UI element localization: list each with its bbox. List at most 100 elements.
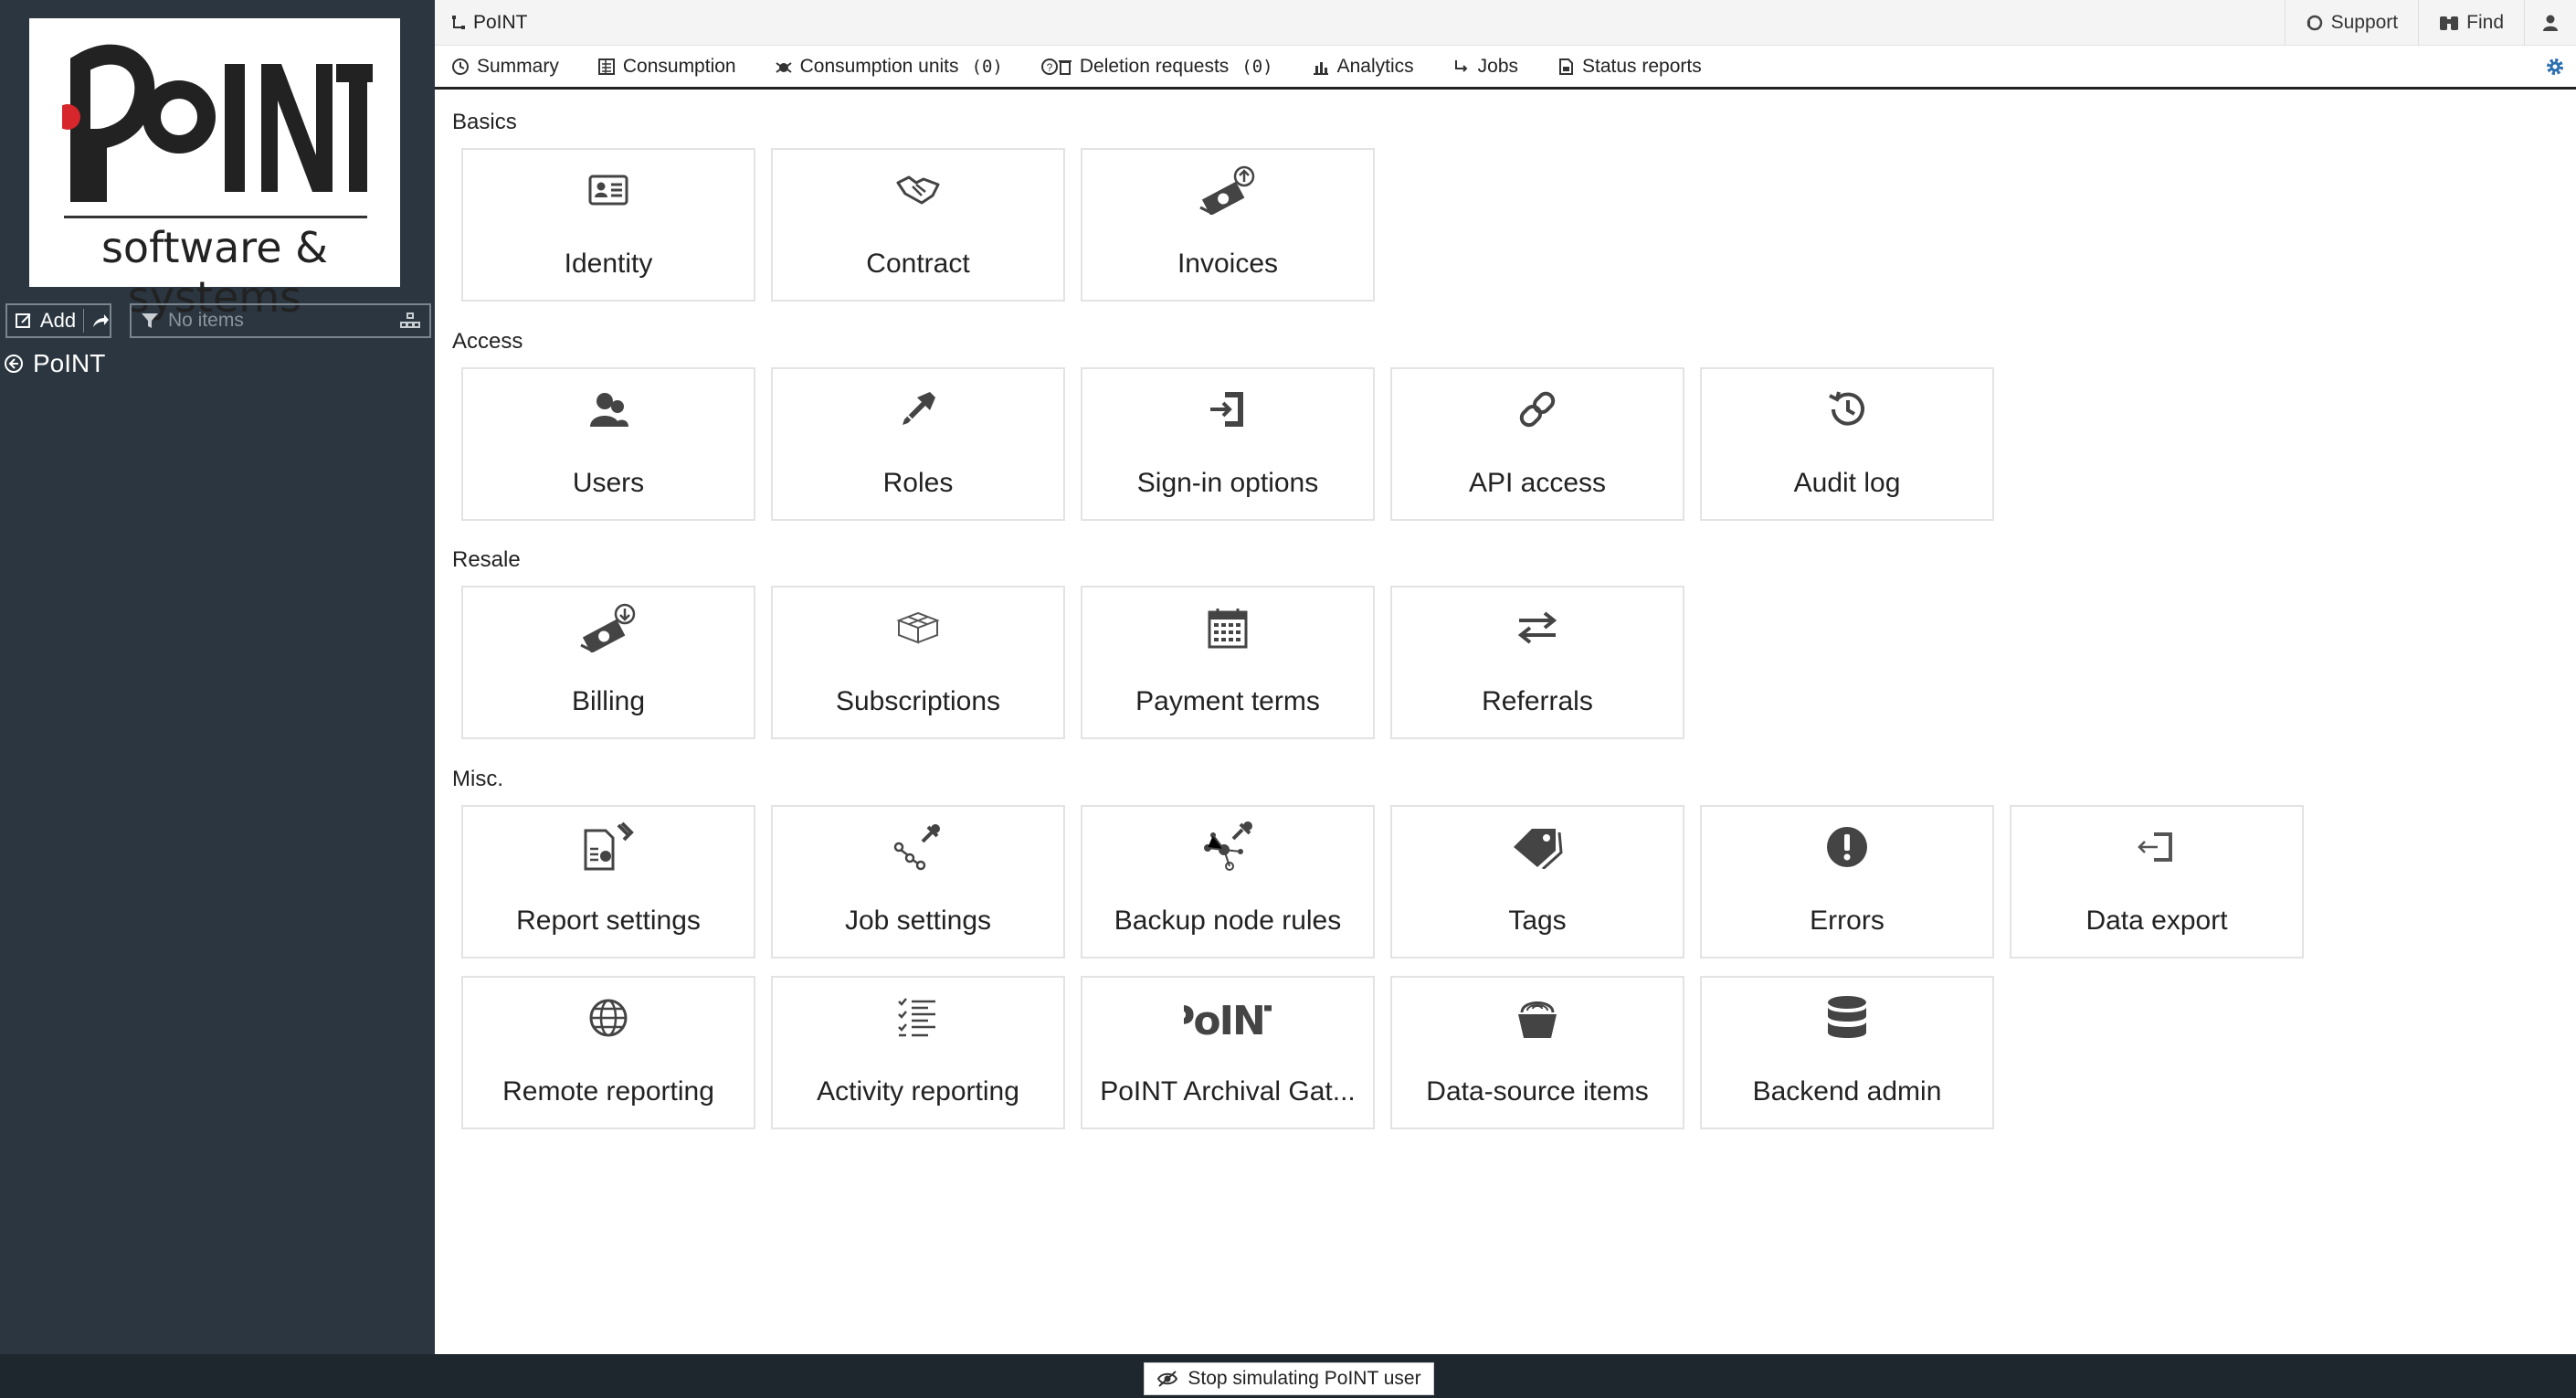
tile-invoices[interactable]: Invoices: [1081, 148, 1375, 302]
find-button[interactable]: Find: [2418, 0, 2524, 46]
database-icon: [1828, 996, 1866, 1038]
eye-slash-icon: [1157, 1371, 1178, 1387]
tree-view-icon[interactable]: [400, 312, 420, 329]
point-logo-icon: PoINT: [1184, 998, 1272, 1042]
section-title-resale: Resale: [452, 547, 521, 572]
tile-label: Subscriptions: [835, 686, 1001, 716]
tree-root-label: PoINT: [33, 349, 106, 377]
support-button[interactable]: Support: [2284, 0, 2419, 46]
tile-tags[interactable]: Tags: [1390, 805, 1684, 958]
tile-payment-terms[interactable]: Payment terms: [1081, 586, 1375, 739]
tile-label: Contract: [866, 249, 970, 279]
export-icon: [2138, 832, 2172, 862]
tile-billing[interactable]: Billing: [461, 586, 755, 739]
share-icon[interactable]: [91, 312, 110, 329]
sidebar-toolbar: Add No items: [5, 303, 431, 340]
nodes-wrench-icon: [1204, 821, 1252, 871]
money-download-icon: [580, 603, 636, 652]
tile-data-export[interactable]: Data export: [2010, 805, 2304, 958]
tile-label: Data export: [2085, 906, 2228, 936]
tile-label: Identity: [564, 249, 653, 279]
users-icon: [590, 393, 628, 427]
tile-label: Billing: [571, 686, 646, 716]
tab-consumption[interactable]: Consumption: [597, 56, 736, 78]
tile-subscriptions[interactable]: Subscriptions: [771, 586, 1065, 739]
tile-label: Audit log: [1793, 468, 1901, 498]
company-logo: software & systems: [29, 18, 400, 322]
tags-icon: [1514, 829, 1563, 869]
bar-chart-icon: [1313, 61, 1328, 75]
add-button[interactable]: Add: [5, 303, 111, 338]
find-label: Find: [2466, 12, 2504, 33]
tile-label: Remote reporting: [502, 1076, 714, 1107]
boxes-icon: [896, 611, 940, 644]
tile-label: Data-source items: [1426, 1076, 1649, 1107]
tile-backup-node-rules[interactable]: Backup node rules: [1081, 805, 1375, 958]
tab-summary[interactable]: Summary: [451, 56, 559, 78]
tile-contract[interactable]: Contract: [771, 148, 1065, 302]
bug-icon: [775, 61, 792, 73]
gear-icon[interactable]: [2545, 57, 2565, 77]
tab-jobs[interactable]: Jobs: [1452, 56, 1518, 78]
tile-label: PoINT Archival Gat...: [1100, 1076, 1356, 1107]
tile-referrals[interactable]: Referrals: [1390, 586, 1684, 739]
tile-label: Report settings: [516, 906, 701, 936]
tile-label: Invoices: [1177, 249, 1279, 279]
tile-users[interactable]: Users: [461, 367, 755, 521]
tile-data-source-items[interactable]: Data-source items: [1390, 976, 1684, 1129]
filter-icon: [142, 313, 158, 328]
tile-audit-log[interactable]: Audit log: [1700, 367, 1994, 521]
tab-status-reports[interactable]: Status reports: [1557, 56, 1702, 78]
tile-label: Backend admin: [1752, 1076, 1942, 1107]
tile-label: Tags: [1508, 906, 1567, 936]
tile-backend-admin[interactable]: Backend admin: [1700, 976, 1994, 1129]
tile-label: Job settings: [844, 906, 992, 936]
tile-report-settings[interactable]: Report settings: [461, 805, 755, 958]
user-menu-button[interactable]: [2524, 0, 2576, 46]
add-button-label: Add: [39, 309, 77, 332]
filter-input[interactable]: No items: [130, 303, 431, 338]
clock-icon: [452, 58, 469, 75]
tile-identity[interactable]: Identity: [461, 148, 755, 302]
money-upload-icon: [1199, 165, 1255, 215]
stop-simulating-button[interactable]: Stop simulating PoINT user: [1144, 1362, 1434, 1395]
report-icon: [1559, 58, 1574, 75]
tile-remote-reporting[interactable]: Remote reporting: [461, 976, 755, 1129]
tile-sign-in-options[interactable]: Sign-in options: [1081, 367, 1375, 521]
tile-label: Backup node rules: [1114, 906, 1342, 936]
tile-roles[interactable]: Roles: [771, 367, 1065, 521]
breadcrumb[interactable]: PoINT: [451, 12, 528, 34]
hierarchy-icon: [452, 15, 465, 29]
logo-divider: [64, 216, 367, 218]
ledger-icon: [597, 58, 615, 75]
tile-job-settings[interactable]: Job settings: [771, 805, 1065, 958]
tab-count: (0): [1241, 56, 1273, 77]
section-title-basics: Basics: [452, 110, 517, 134]
tab-label: Summary: [477, 55, 559, 77]
tab-label: Analytics: [1336, 55, 1414, 77]
tile-label: Activity reporting: [817, 1076, 1019, 1107]
id-card-icon: [588, 175, 628, 206]
tile-point-archival-gateway[interactable]: PoINT PoINT Archival Gat...: [1081, 976, 1375, 1129]
user-icon: [2543, 15, 2558, 31]
checklist-icon: [898, 998, 935, 1037]
tile-api-access[interactable]: API access: [1390, 367, 1684, 521]
edit-icon: [15, 313, 31, 328]
footer-bar: Stop simulating PoINT user: [0, 1354, 2576, 1398]
tree-root-item[interactable]: PoINT: [4, 349, 105, 378]
tab-label: Jobs: [1477, 55, 1519, 77]
jobs-icon: [1454, 59, 1468, 72]
tab-analytics[interactable]: Analytics: [1312, 56, 1414, 78]
tab-deletion-requests[interactable]: ? Deletion requests (0): [1040, 55, 1273, 78]
tab-label: Deletion requests: [1079, 55, 1230, 77]
tile-label: Roles: [882, 468, 954, 498]
sign-in-icon: [1210, 392, 1243, 427]
support-icon: [2307, 15, 2322, 31]
tile-label: Errors: [1810, 906, 1884, 936]
tile-errors[interactable]: Errors: [1700, 805, 1994, 958]
tile-activity-reporting[interactable]: Activity reporting: [771, 976, 1065, 1129]
add-separator: [83, 309, 85, 333]
tab-consumption-units[interactable]: Consumption units (0): [775, 56, 1003, 78]
collapse-circle-icon[interactable]: [4, 354, 24, 374]
tab-label: Status reports: [1582, 55, 1702, 77]
